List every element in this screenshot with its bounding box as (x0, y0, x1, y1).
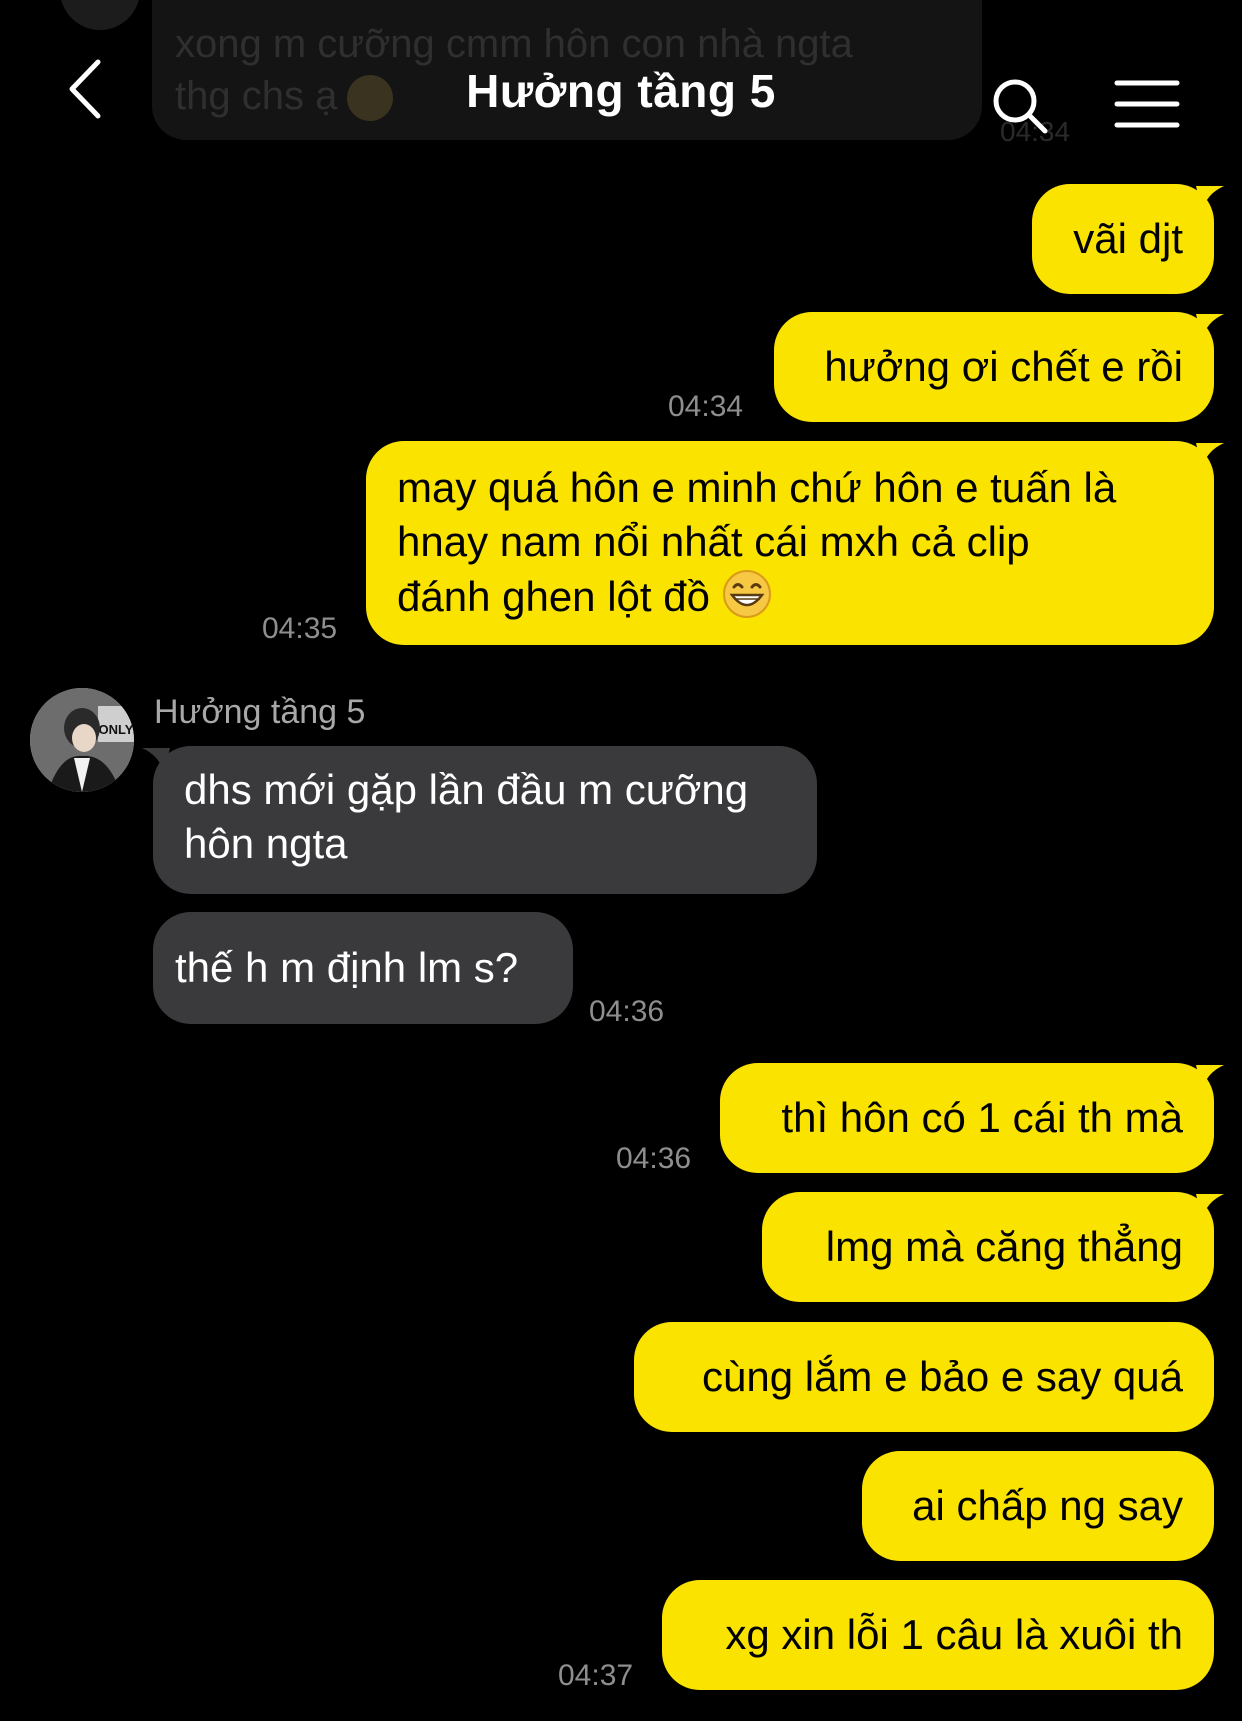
chat-title: Hưởng tầng 5 (466, 65, 776, 117)
message-text: hưởng ơi chết e rồi (824, 343, 1183, 390)
message-timestamp: 04:34 (668, 390, 744, 423)
outgoing-message-bubble[interactable]: may quá hôn e minh chứ hôn e tuấn là hna… (366, 441, 1214, 645)
previous-avatar (60, 0, 140, 30)
outgoing-message-bubble[interactable]: thì hôn có 1 cái th mà (720, 1063, 1214, 1173)
incoming-message-bubble[interactable]: dhs mới gặp lần đầu m cưỡng hôn ngta (153, 746, 817, 894)
outgoing-message-bubble[interactable]: xg xin lỗi 1 câu là xuôi th (662, 1580, 1214, 1690)
sender-name: Hưởng tầng 5 (154, 693, 366, 731)
bubble-tail (1196, 1194, 1224, 1220)
menu-icon[interactable] (1114, 78, 1180, 130)
message-text: thì hôn có 1 cái th mà (781, 1094, 1183, 1141)
message-text: ai chấp ng say (912, 1482, 1183, 1529)
outgoing-message-bubble[interactable]: lmg mà căng thẳng (762, 1192, 1214, 1302)
bubble-tail (142, 748, 170, 774)
message-text: vãi djt (1073, 215, 1183, 262)
outgoing-message-bubble[interactable]: cùng lắm e bảo e say quá (634, 1322, 1214, 1432)
message-text: cùng lắm e bảo e say quá (702, 1353, 1183, 1400)
message-text: thế h m định lm s? (175, 944, 519, 991)
contact-avatar[interactable]: ONLY (30, 688, 134, 792)
outgoing-message-bubble[interactable]: ai chấp ng say (862, 1451, 1214, 1561)
bubble-tail (1196, 443, 1224, 469)
incoming-message-bubble[interactable]: thế h m định lm s? (153, 912, 573, 1024)
bubble-tail (1196, 1065, 1224, 1091)
message-text: lmg mà căng thẳng (825, 1223, 1183, 1270)
message-timestamp: 04:37 (558, 1659, 634, 1692)
bubble-tail (1196, 314, 1224, 340)
message-text-line: hnay nam nổi nhất cái mxh cả clip (397, 518, 1030, 565)
message-timestamp: 04:35 (262, 612, 338, 645)
message-text-line: hôn ngta (184, 820, 348, 867)
avatar-sign-text: ONLY (99, 722, 134, 737)
message-timestamp: 04:36 (589, 995, 665, 1028)
message-text-line: may quá hôn e minh chứ hôn e tuấn là (397, 464, 1117, 511)
message-text-line: đánh ghen lột đồ (397, 573, 710, 620)
message-timestamp: 04:36 (616, 1142, 692, 1175)
grinning-emoji-icon (722, 570, 771, 618)
message-text-line: dhs mới gặp lần đầu m cưỡng (184, 766, 749, 813)
outgoing-message-bubble[interactable]: vãi djt (1032, 184, 1214, 294)
previous-message-line: xong m cưỡng cmm hôn con nhà ngta (175, 22, 853, 66)
bubble-tail (1196, 186, 1224, 212)
outgoing-message-bubble[interactable]: hưởng ơi chết e rồi (774, 312, 1214, 422)
search-icon[interactable] (990, 76, 1050, 136)
message-text: xg xin lỗi 1 câu là xuôi th (725, 1611, 1183, 1658)
